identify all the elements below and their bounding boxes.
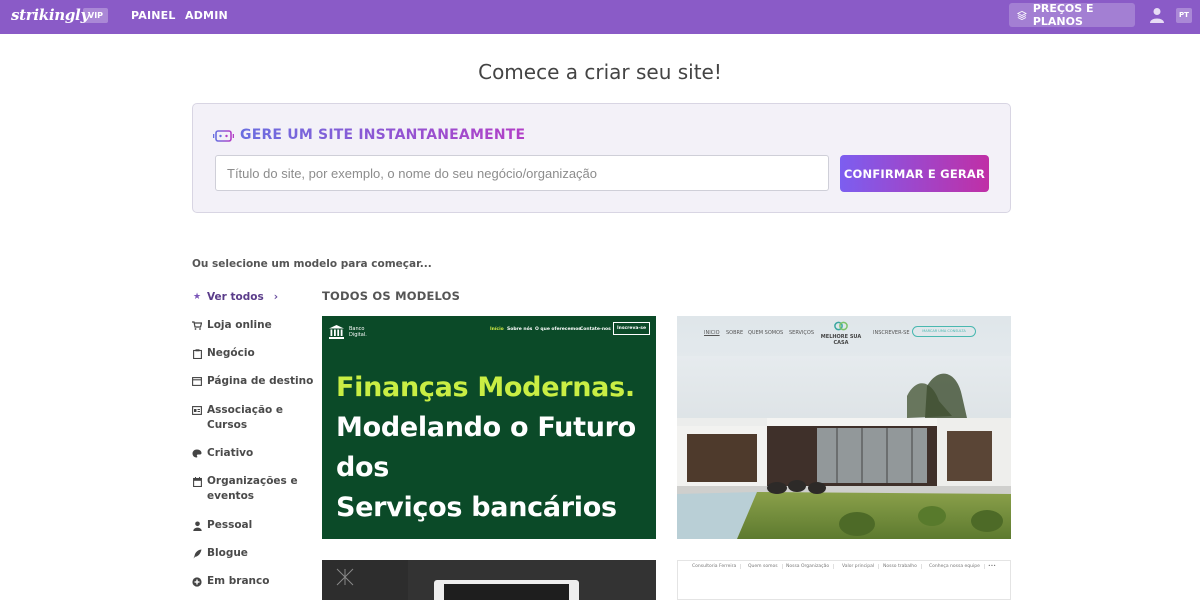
template-nav-item: INICIO <box>704 330 720 336</box>
template-logo: MELHORE SUA CASA <box>819 320 863 346</box>
leaf-logo-icon <box>834 321 848 331</box>
sidebar-item-em-branco[interactable]: Em branco <box>192 574 269 589</box>
sidebar-item-label: Criativo <box>207 447 254 459</box>
sidebar-item-loja-online[interactable]: Loja online <box>192 318 272 333</box>
template-headline: dos <box>336 452 390 483</box>
select-template-label: Ou selecione um modelo para começar... <box>192 258 432 270</box>
page-title: Comece a criar seu site! <box>478 60 722 84</box>
layers-icon <box>1017 10 1027 20</box>
chevron-right-icon: › <box>273 291 279 303</box>
template-nav-item: Início <box>490 327 504 332</box>
confirm-generate-button[interactable]: CONFIRMAR E GERAR <box>840 155 989 192</box>
template-cta: Inscreva-se <box>613 322 650 335</box>
sidebar-item-negocio[interactable]: Negócio <box>192 346 255 361</box>
generator-title: GERE UM SITE INSTANTANEAMENTE <box>240 126 526 143</box>
language-selector[interactable]: PT <box>1176 8 1192 23</box>
sidebar-item-blogue[interactable]: Blogue <box>192 546 248 561</box>
house-photo <box>677 356 1011 539</box>
sidebar-item-label: Blogue <box>207 547 248 559</box>
more-icon: ••• <box>988 564 996 569</box>
id-card-icon <box>192 403 202 418</box>
template-card-melhore-sua-casa[interactable]: INICIO SOBRE QUEM SOMOS SERVIÇOS MELHORE… <box>677 316 1011 539</box>
top-navbar: strikingly VIP PAINEL ADMIN PREÇOS E PLA… <box>0 0 1200 34</box>
template-nav-item: Valor principal <box>838 564 880 569</box>
sidebar-item-label: Organizações e eventos <box>207 475 298 502</box>
cart-icon <box>192 318 202 333</box>
star-icon: ★ <box>192 292 202 302</box>
nav-painel[interactable]: PAINEL <box>131 9 176 22</box>
template-headline: Finanças Modernas. <box>336 372 635 403</box>
calendar-icon <box>192 474 202 489</box>
sidebar-item-organizacoes-eventos[interactable]: Organizações e eventos <box>192 474 298 504</box>
template-card-banco-digital[interactable]: Banco Digital. Início Sobre nós O que ofe… <box>322 316 656 539</box>
device-screen <box>444 584 569 600</box>
site-title-input[interactable] <box>215 155 829 191</box>
sidebar-item-label: Negócio <box>207 347 255 359</box>
template-nav-item: Quem somos <box>744 564 783 569</box>
feather-icon <box>192 546 202 561</box>
palette-icon <box>192 446 202 461</box>
all-templates-title: TODOS OS MODELOS <box>322 289 461 303</box>
bank-icon <box>329 325 344 339</box>
template-nav-item: INSCREVER-SE <box>873 330 910 336</box>
person-icon <box>192 518 202 533</box>
sidebar-item-ver-todos[interactable]: ★ Ver todos › <box>192 290 278 305</box>
vip-badge: VIP <box>83 8 109 23</box>
template-nav-item: Conheça nossa equipe <box>925 564 985 569</box>
template-nav-item: Contate-nos <box>580 327 611 332</box>
plus-circle-icon <box>192 574 202 589</box>
user-icon[interactable] <box>1150 7 1164 23</box>
sidebar-item-label: Em branco <box>207 575 270 587</box>
sidebar-item-label: Página de destino <box>207 375 314 387</box>
template-card-dark[interactable] <box>322 560 656 600</box>
template-nav-item: O que oferecemos <box>535 327 581 332</box>
sidebar-item-label: Pessoal <box>207 519 253 531</box>
template-nav-item: QUEM SOMOS <box>748 330 784 336</box>
sidebar-item-pagina-destino[interactable]: Página de destino <box>192 374 313 389</box>
template-nav-item: Nossa Organização <box>782 564 835 569</box>
nav-admin[interactable]: ADMIN <box>185 9 228 22</box>
template-headline: Serviços bancários <box>336 492 617 523</box>
sidebar-item-label: Ver todos <box>207 291 264 303</box>
pricing-plans-button[interactable]: PREÇOS E PLANOS <box>1009 2 1135 28</box>
template-nav-item: Nosso trabalho <box>879 564 922 569</box>
template-nav-item: SOBRE <box>726 330 744 336</box>
clipboard-icon <box>192 346 202 361</box>
template-headline: Modelando o Futuro <box>336 412 636 443</box>
sidebar-item-criativo[interactable]: Criativo <box>192 446 253 461</box>
generator-header: GERE UM SITE INSTANTANEAMENTE <box>213 126 525 143</box>
template-nav-item: Sobre nós <box>507 327 533 332</box>
logo-mark-icon <box>336 568 354 586</box>
strikingly-logo[interactable]: strikingly <box>11 6 89 24</box>
sidebar-item-label: Loja online <box>207 319 272 331</box>
sidebar-item-pessoal[interactable]: Pessoal <box>192 518 252 533</box>
sidebar-item-label: Associação e Cursos <box>207 404 284 431</box>
template-card-consultoria[interactable]: Consultoria Ferreira Quem somos Nossa Or… <box>677 560 1011 600</box>
sidebar-item-associacao-cursos[interactable]: Associação e Cursos <box>192 403 283 433</box>
robot-icon <box>213 128 234 142</box>
template-cta: MARCAR UMA CONSULTA <box>912 326 976 337</box>
template-nav-item: Consultoria Ferreira <box>688 564 742 569</box>
window-icon <box>192 374 202 389</box>
template-nav-item: SERVIÇOS <box>789 330 815 336</box>
template-logo: Banco Digital. <box>329 325 367 339</box>
pricing-plans-label: PREÇOS E PLANOS <box>1032 2 1094 28</box>
site-generator-panel: GERE UM SITE INSTANTANEAMENTE CONFIRMAR … <box>192 103 1011 213</box>
